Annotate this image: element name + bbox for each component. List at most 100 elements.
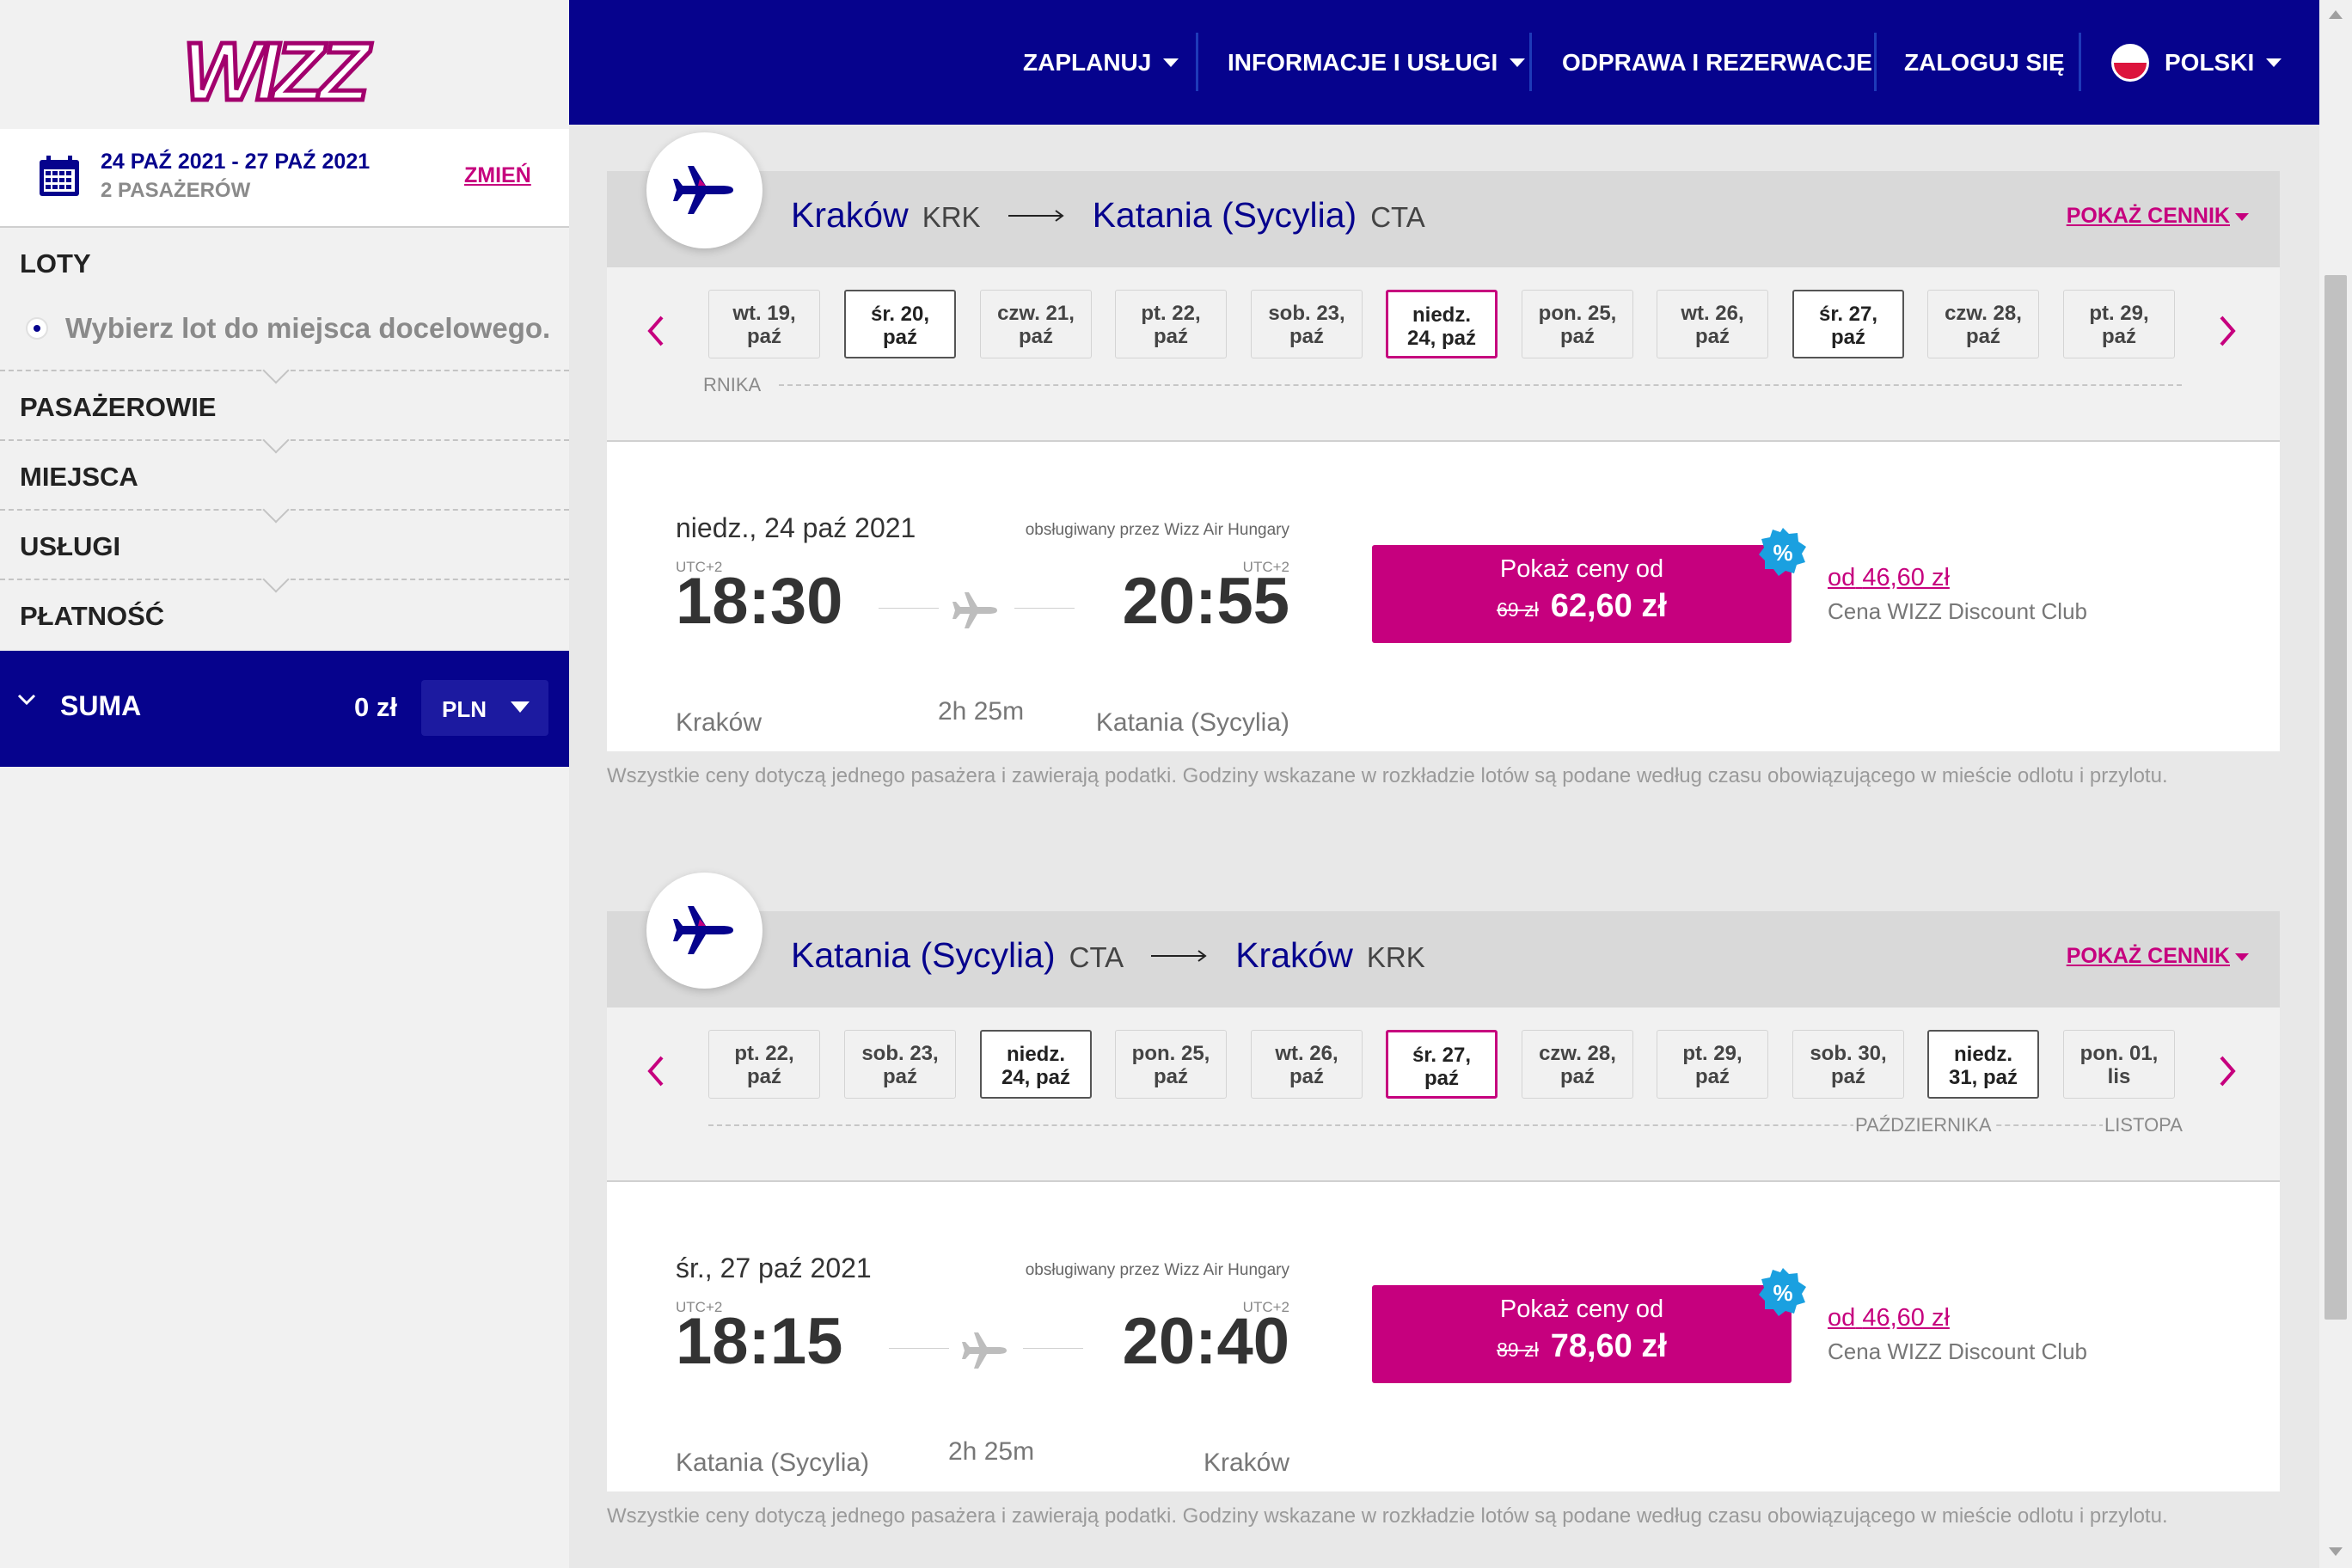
date-option[interactable]: pon. 01, lis [2063, 1030, 2175, 1099]
date-option[interactable]: sob. 30, paź [1792, 1030, 1904, 1099]
date-option-day: pt. 29, [2089, 302, 2149, 325]
origin-city: Katania (Sycylia) [791, 935, 1056, 975]
step-services[interactable]: USŁUGI [0, 511, 569, 593]
route-line [1014, 608, 1075, 609]
origin-city: Kraków [791, 195, 909, 235]
operated-by: obsługiwany przez Wizz Air Hungary [1025, 521, 1289, 539]
step-seats[interactable]: MIEJSCA [0, 441, 569, 524]
date-option-selected[interactable]: śr. 27, paź [1386, 1030, 1498, 1099]
nav-language[interactable]: POLSKI [2111, 0, 2282, 125]
scrollbar-thumb[interactable] [2324, 275, 2347, 1320]
date-option-day: śr. 27, [1818, 303, 1878, 326]
nav-divider [1874, 33, 1877, 91]
departure-time: 18:30 [676, 565, 843, 638]
scroll-up-arrow-icon[interactable] [2329, 10, 2343, 19]
date-prev-button[interactable] [643, 1052, 669, 1090]
date-option-day: pon. 25, [1131, 1042, 1210, 1065]
nav-plan[interactable]: ZAPLANUJ [1023, 0, 1179, 125]
old-price: 69 zł [1497, 598, 1539, 621]
date-next-button[interactable] [2214, 312, 2240, 350]
show-prices-button[interactable]: Pokaż ceny od 89 zł 78,60 zł [1372, 1285, 1792, 1383]
date-option[interactable]: wt. 26, paź [1657, 290, 1768, 358]
plane-badge [646, 873, 763, 989]
date-option-month: paź [1830, 1065, 1865, 1088]
departure-city: Katania (Sycylia) [676, 1449, 870, 1477]
date-option[interactable]: sob. 23, paź [1251, 290, 1363, 358]
date-option-month: paź [1153, 1065, 1188, 1088]
date-option-day: niedz. [1006, 1043, 1065, 1066]
date-option[interactable]: pon. 25, paź [1522, 290, 1633, 358]
discount-badge-icon: % [1759, 1268, 1806, 1316]
date-option[interactable]: czw. 28, paź [1522, 1030, 1633, 1099]
step-flights-substep[interactable]: Wybierz lot do miejsca docelowego. [26, 312, 550, 345]
step-passengers[interactable]: PASAŻEROWIE [0, 371, 569, 454]
currency-select[interactable]: PLN [421, 680, 548, 736]
poland-flag-icon [2111, 43, 2149, 82]
step-payment[interactable]: PŁATNOŚĆ [0, 580, 569, 650]
date-option[interactable]: pt. 22, paź [708, 1030, 820, 1099]
nav-checkin-bookings[interactable]: ODPRAWA I REZERWACJE [1562, 0, 1872, 125]
date-option-day: sob. 30, [1810, 1042, 1887, 1065]
date-next-button[interactable] [2214, 1052, 2240, 1090]
club-price-link[interactable]: od 46,60 zł [1828, 564, 1950, 592]
date-option-day: czw. 28, [1945, 302, 2022, 325]
operated-by: obsługiwany przez Wizz Air Hungary [1025, 1261, 1289, 1279]
wizz-logo[interactable]: WIZZ [176, 24, 391, 123]
price-row: 69 zł 62,60 zł [1372, 588, 1792, 625]
date-option[interactable]: sob. 23, paź [844, 1030, 956, 1099]
discount-badge-icon: % [1759, 528, 1806, 576]
date-option[interactable]: czw. 28, paź [1927, 290, 2039, 358]
date-option-day: niedz. [1953, 1043, 2012, 1066]
date-option[interactable]: pt. 29, paź [1657, 1030, 1768, 1099]
departure-time: 18:15 [676, 1305, 843, 1378]
date-option-day: wt. 26, [1681, 302, 1744, 325]
caret-down-icon [2235, 952, 2249, 961]
date-option[interactable]: niedz. 31, paź [1927, 1030, 2039, 1099]
date-option[interactable]: wt. 26, paź [1251, 1030, 1363, 1099]
total-bar[interactable]: SUMA 0 zł PLN [0, 651, 569, 767]
date-option[interactable]: czw. 21, paź [980, 290, 1092, 358]
discount-badge-text: % [1773, 540, 1792, 566]
date-option-day: śr. 27, [1412, 1044, 1472, 1067]
current-price: 62,60 zł [1550, 588, 1667, 624]
date-prev-button[interactable] [643, 312, 669, 350]
date-option-day: pon. 25, [1538, 302, 1617, 325]
date-option[interactable]: śr. 27, paź [1792, 290, 1904, 358]
page-scrollbar[interactable] [2319, 0, 2352, 1568]
date-option[interactable]: niedz. 24, paź [980, 1030, 1092, 1099]
month-label: PAŹDZIERNIKA [1853, 1114, 1994, 1136]
show-price-list-label: POKAŻ CENNIK [2066, 204, 2230, 228]
date-option-month: paź [1694, 1065, 1730, 1088]
club-price-link[interactable]: od 46,60 zł [1828, 1304, 1950, 1332]
date-option-day: niedz. [1412, 303, 1471, 327]
date-option-day: śr. 20, [870, 303, 930, 326]
trip-passengers: 2 PASAŻERÓW [101, 179, 251, 202]
date-option[interactable]: pt. 22, paź [1115, 290, 1227, 358]
arrival-city: Katania (Sycylia) [1095, 708, 1289, 737]
date-option[interactable]: pon. 25, paź [1115, 1030, 1227, 1099]
sidebar: WIZZ 24 PAŹ 2021 - 27 PAŹ 2021 2 PASAŻER… [0, 0, 569, 1568]
date-option-day: sob. 23, [1268, 302, 1345, 325]
date-option-month: 24, paź [1406, 327, 1477, 350]
change-trip-link[interactable]: ZMIEŃ [464, 163, 531, 188]
show-price-list-link[interactable]: POKAŻ CENNIK [2067, 944, 2249, 969]
show-prices-button[interactable]: Pokaż ceny od 69 zł 62,60 zł [1372, 545, 1792, 643]
date-option-month: paź [1559, 325, 1595, 348]
date-option[interactable]: wt. 19, paź [708, 290, 820, 358]
date-option[interactable]: pt. 29, paź [2063, 290, 2175, 358]
step-flights[interactable]: LOTY Wybierz lot do miejsca docelowego. [0, 228, 569, 384]
scroll-down-arrow-icon[interactable] [2329, 1547, 2343, 1556]
date-option-day: sob. 23, [861, 1042, 939, 1065]
nav-info-services[interactable]: INFORMACJE I USŁUGI [1228, 0, 1526, 125]
price-button-label: Pokaż ceny od [1499, 555, 1664, 583]
club-price-prefix: od [1828, 564, 1856, 591]
show-price-list-link[interactable]: POKAŻ CENNIK [2067, 204, 2249, 229]
date-option[interactable]: śr. 20, paź [844, 290, 956, 358]
date-option-selected[interactable]: niedz. 24, paź [1386, 290, 1498, 358]
destination-code: CTA [1370, 201, 1425, 233]
date-option-month: paź [1289, 325, 1324, 348]
nav-login[interactable]: ZALOGUJ SIĘ [1904, 0, 2065, 125]
route-line [879, 608, 939, 609]
nav-divider [1529, 33, 1532, 91]
route-line [1023, 1348, 1083, 1349]
